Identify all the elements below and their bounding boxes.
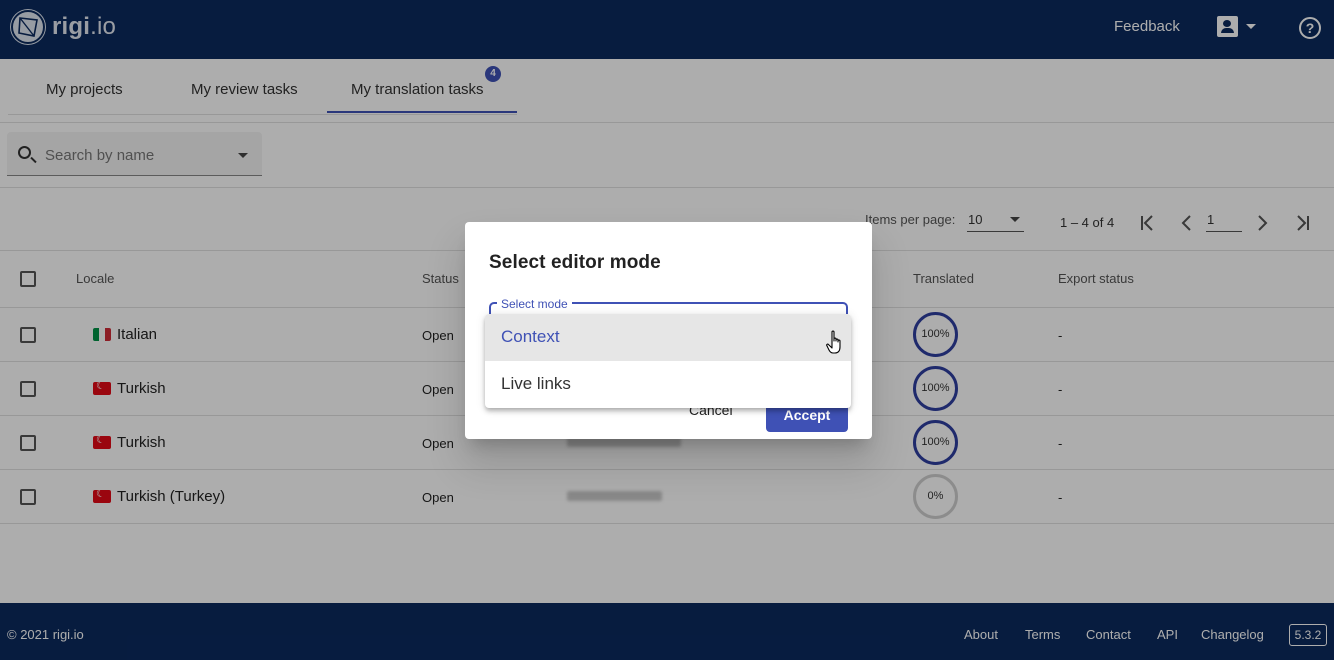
option-live-links[interactable]: Live links <box>485 361 851 408</box>
option-context[interactable]: Context <box>485 314 851 361</box>
dialog-title: Select editor mode <box>489 252 661 273</box>
mode-options-panel: Context Live links <box>485 314 851 408</box>
hand-cursor-icon <box>826 330 846 361</box>
select-mode-label: Select mode <box>497 297 572 311</box>
